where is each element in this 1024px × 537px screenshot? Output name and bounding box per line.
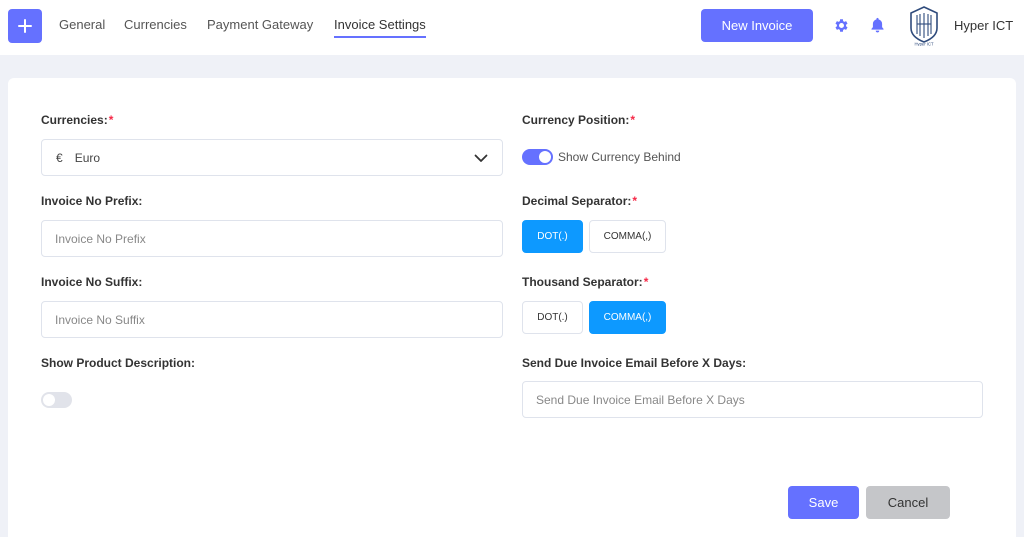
invoice-settings-card: Currencies:* € Euro Invoice No Prefix: I… [8, 78, 1016, 537]
decimal-comma-option[interactable]: COMMA(,) [589, 220, 666, 253]
currency-position-toggle[interactable] [522, 149, 553, 165]
tab-payment-gateway[interactable]: Payment Gateway [207, 17, 313, 33]
currencies-label: Currencies:* [41, 113, 114, 127]
invoice-suffix-label: Invoice No Suffix: [41, 275, 143, 289]
cancel-button[interactable]: Cancel [866, 486, 950, 519]
invoice-prefix-input[interactable] [41, 220, 503, 257]
gear-icon[interactable] [833, 17, 850, 34]
save-button[interactable]: Save [788, 486, 859, 519]
chevron-down-icon [474, 154, 488, 162]
currency-symbol: € [56, 150, 63, 165]
active-tab-indicator [334, 36, 426, 38]
decimal-separator-label: Decimal Separator:* [522, 194, 638, 208]
thousand-comma-option[interactable]: COMMA(,) [589, 301, 666, 334]
new-invoice-button[interactable]: New Invoice [701, 9, 813, 42]
tab-invoice-settings[interactable]: Invoice Settings [334, 17, 426, 33]
due-email-days-input[interactable] [522, 381, 983, 418]
show-product-description-toggle[interactable] [41, 392, 72, 408]
plus-icon [18, 19, 32, 33]
add-menu-button[interactable] [8, 9, 42, 43]
user-name[interactable]: Hyper ICT [954, 18, 1013, 33]
toggle-knob [539, 151, 551, 163]
company-logo: Hyper ICT [909, 6, 939, 47]
currency-position-toggle-label: Show Currency Behind [558, 150, 681, 164]
due-email-label: Send Due Invoice Email Before X Days: [522, 356, 747, 370]
top-header: General Currencies Payment Gateway Invoi… [0, 0, 1024, 55]
currency-position-label: Currency Position:* [522, 113, 636, 127]
thousand-dot-option[interactable]: DOT(.) [522, 301, 583, 334]
decimal-dot-option[interactable]: DOT(.) [522, 220, 583, 253]
tab-currencies[interactable]: Currencies [124, 17, 187, 33]
thousand-separator-label: Thousand Separator:* [522, 275, 649, 289]
currency-select[interactable]: € Euro [41, 139, 503, 176]
currency-select-value: Euro [74, 150, 101, 165]
svg-text:Hyper ICT: Hyper ICT [914, 42, 934, 47]
invoice-prefix-label: Invoice No Prefix: [41, 194, 143, 208]
bell-icon[interactable] [869, 16, 886, 34]
tab-general[interactable]: General [59, 17, 105, 33]
show-product-description-label: Show Product Description: [41, 356, 196, 370]
toggle-knob [43, 394, 55, 406]
invoice-suffix-input[interactable] [41, 301, 503, 338]
